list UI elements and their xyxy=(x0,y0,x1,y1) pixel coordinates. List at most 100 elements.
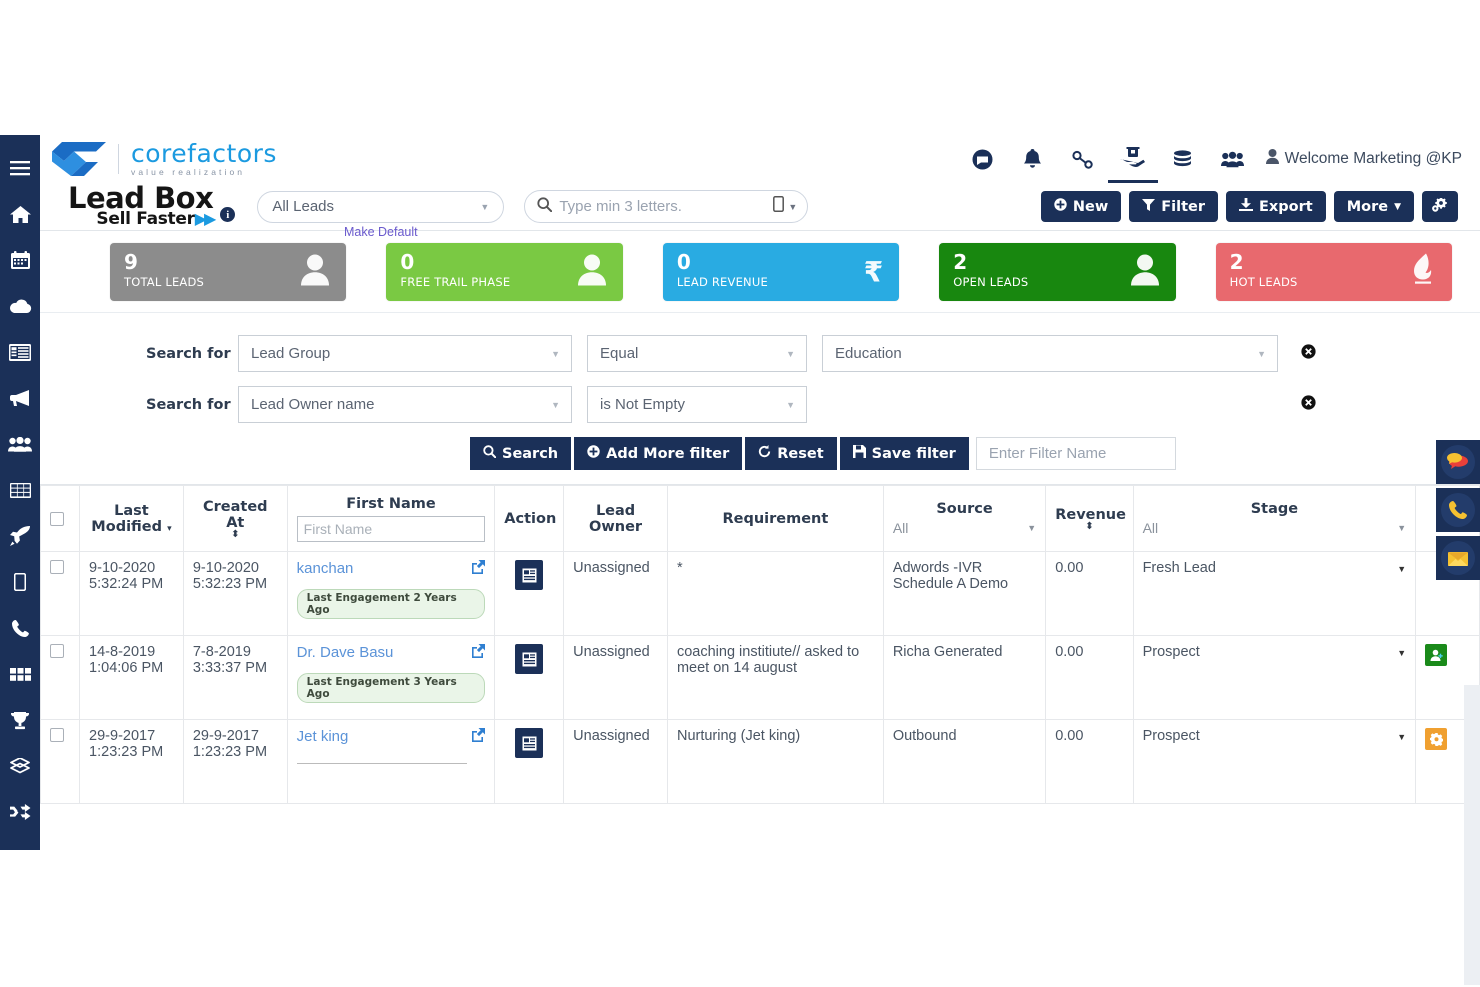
cell-stage[interactable]: Fresh Lead ▼ xyxy=(1132,551,1417,636)
money-stack-icon[interactable] xyxy=(1158,135,1208,183)
source-filter-select[interactable]: All ▼ xyxy=(893,520,1036,536)
cell-requirement: Nurturing (Jet king) xyxy=(666,719,884,804)
sidebar-item-launch[interactable] xyxy=(0,513,40,559)
col-lead-owner: Lead Owner xyxy=(563,485,668,552)
first-name-filter-input[interactable]: First Name xyxy=(296,515,486,542)
remove-filter-icon[interactable] xyxy=(1301,394,1316,415)
download-icon xyxy=(1239,198,1253,215)
bell-icon[interactable] xyxy=(1008,135,1058,183)
kpi-card-hot-leads[interactable]: 2 HOT LEADS xyxy=(1215,242,1453,301)
message-icon[interactable] xyxy=(958,135,1008,183)
row-checkbox[interactable] xyxy=(50,728,64,742)
row-checkbox[interactable] xyxy=(50,560,64,574)
filter-field-select-2[interactable]: Lead Owner name ▼ xyxy=(238,386,572,423)
chat-float-button[interactable] xyxy=(1436,440,1480,484)
add-more-filter-button[interactable]: Add More filter xyxy=(574,437,743,470)
corefactors-logo[interactable]: corefactors value realization xyxy=(40,141,277,177)
lead-name-link[interactable]: Dr. Dave Basu xyxy=(297,644,394,661)
sidebar-item-calendar[interactable] xyxy=(0,237,40,283)
filter-field-select-1[interactable]: Lead Group ▼ xyxy=(238,335,572,372)
cell-stage[interactable]: Prospect ▼ xyxy=(1132,635,1417,720)
save-filter-button[interactable]: Save filter xyxy=(839,437,969,470)
sort-icon: ⬍ xyxy=(1085,520,1094,532)
make-default-link[interactable]: Make Default xyxy=(257,225,504,239)
filter-button[interactable]: Filter xyxy=(1129,191,1218,222)
save-filter-label: Save filter xyxy=(871,445,956,462)
filter-value-select-1[interactable]: Education ▼ xyxy=(822,335,1278,372)
sidebar-item-teams[interactable] xyxy=(0,421,40,467)
filter-name-input[interactable]: Enter Filter Name xyxy=(975,437,1176,470)
lead-view-select[interactable]: All Leads ▼ xyxy=(257,190,505,223)
row-action-button[interactable] xyxy=(515,728,544,758)
leads-table-container[interactable]: Last Modified ▾ Created At ⬍ First Name … xyxy=(40,484,1480,850)
remove-filter-icon[interactable] xyxy=(1301,343,1316,364)
sidebar-item-tickets[interactable] xyxy=(0,743,40,789)
search-button[interactable]: Search xyxy=(470,437,572,470)
kpi-card-lead-revenue[interactable]: 0 LEAD REVENUE ₹ xyxy=(662,242,900,301)
sidebar-item-mobile[interactable] xyxy=(0,559,40,605)
search-button-label: Search xyxy=(502,445,559,462)
ticket-icon xyxy=(9,758,31,774)
user-welcome-label: Welcome Marketing @KP xyxy=(1284,150,1462,167)
filter-name-placeholder: Enter Filter Name xyxy=(988,445,1107,462)
table-row[interactable]: 29-9-2017 1:23:23 PM 29-9-2017 1:23:23 P… xyxy=(40,719,1480,804)
phone-handset-icon xyxy=(1441,493,1475,527)
kpi-card-free-trail-phase[interactable]: 0 FREE TRAIL PHASE xyxy=(386,242,623,301)
export-button[interactable]: Export xyxy=(1226,191,1326,222)
col-last-modified[interactable]: Last Modified ▾ xyxy=(79,485,184,552)
sidebar-item-lead-box[interactable] xyxy=(0,329,40,375)
link-icon[interactable] xyxy=(1058,135,1108,183)
sidebar-item-apps[interactable] xyxy=(0,651,40,697)
sidebar-item-home[interactable] xyxy=(0,191,40,237)
row-action-button[interactable] xyxy=(515,644,544,674)
open-external-icon[interactable] xyxy=(471,728,486,745)
sidebar-item-campaigns[interactable] xyxy=(0,375,40,421)
screenshot-root: corefactors value realization Welcome Ma… xyxy=(0,0,1480,987)
cloud-icon xyxy=(9,299,32,314)
person-add-icon[interactable] xyxy=(1425,644,1448,666)
more-button[interactable]: More ▼ xyxy=(1333,191,1414,222)
row-action-button[interactable] xyxy=(515,560,544,590)
filter-operator-select-1[interactable]: Equal ▼ xyxy=(587,335,807,372)
sidebar-item-rewards[interactable] xyxy=(0,697,40,743)
call-float-button[interactable] xyxy=(1436,488,1480,532)
email-float-button[interactable] xyxy=(1436,536,1480,580)
sidebar-item-menu-toggle[interactable] xyxy=(0,145,40,191)
sidebar-item-calls[interactable] xyxy=(0,605,40,651)
sidebar-item-grid[interactable] xyxy=(0,467,40,513)
kpi-card-open-leads[interactable]: 2 OPEN LEADS xyxy=(939,242,1176,301)
stage-filter-select[interactable]: All ▼ xyxy=(1143,520,1407,536)
handshake-support-icon[interactable] xyxy=(1107,135,1158,183)
cell-action xyxy=(494,551,565,636)
page-title: Lead Box Sell Faster▶▶ i xyxy=(40,183,236,229)
users-icon[interactable] xyxy=(1208,135,1258,183)
cell-stage[interactable]: Prospect ▼ xyxy=(1132,719,1417,804)
lead-name-link[interactable]: Jet king xyxy=(297,728,349,745)
filter-operator-select-2[interactable]: is Not Empty ▼ xyxy=(587,386,807,423)
filter-label: Search for xyxy=(146,345,231,362)
reset-button[interactable]: Reset xyxy=(745,437,837,470)
first-name-filter-placeholder: First Name xyxy=(303,520,373,537)
select-all-checkbox[interactable] xyxy=(50,511,64,526)
user-welcome[interactable]: Welcome Marketing @KP xyxy=(1258,149,1462,169)
table-row[interactable]: 9-10-2020 5:32:24 PM 9-10-2020 5:32:23 P… xyxy=(40,551,1480,636)
kpi-card-total-leads[interactable]: 9 TOTAL LEADS xyxy=(110,242,347,301)
lead-view-value: All Leads xyxy=(272,198,335,215)
new-button[interactable]: New xyxy=(1040,191,1122,222)
table-row[interactable]: 14-8-2019 1:04:06 PM 7-8-2019 3:33:37 PM xyxy=(40,635,1480,720)
table-vertical-scrollbar[interactable] xyxy=(1464,685,1480,985)
col-created-at[interactable]: Created At ⬍ xyxy=(182,485,288,552)
open-external-icon[interactable] xyxy=(471,644,486,661)
gear-icon[interactable] xyxy=(1425,728,1448,750)
info-icon[interactable]: i xyxy=(220,207,236,223)
settings-button[interactable] xyxy=(1422,191,1458,222)
sidebar-item-shuffle[interactable] xyxy=(0,789,40,835)
lead-name-link[interactable]: kanchan xyxy=(297,560,354,577)
search-input[interactable]: Type min 3 letters. ▼ xyxy=(524,190,809,223)
open-external-icon[interactable] xyxy=(471,560,486,577)
search-channel-selector[interactable]: ▼ xyxy=(773,196,797,217)
row-checkbox[interactable] xyxy=(50,644,64,658)
sidebar-item-cloud[interactable] xyxy=(0,283,40,329)
phone-icon xyxy=(11,619,30,638)
col-revenue[interactable]: Revenue ⬍ xyxy=(1045,485,1134,552)
